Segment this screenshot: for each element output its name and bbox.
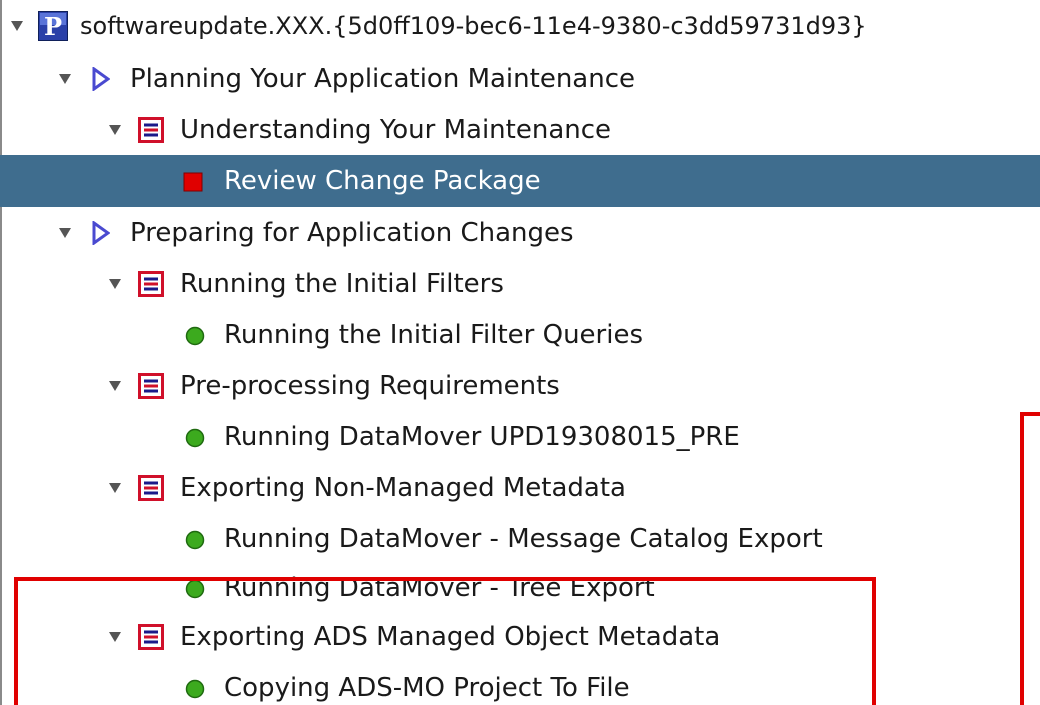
tree-node-row[interactable]: Running DataMover - Message Catalog Expo…	[0, 513, 1040, 565]
tree-root-label[interactable]: softwareupdate.XXX.{5d0ff109-bec6-11e4-9…	[80, 0, 867, 52]
tree-node-label[interactable]: Planning Your Application Maintenance	[130, 53, 635, 105]
expand-toggle-icon[interactable]	[108, 481, 122, 495]
tree-node-row-selected[interactable]: Review Change Package	[0, 155, 1040, 207]
tree-node-row[interactable]: Running the Initial Filters	[0, 258, 1040, 310]
task-list-icon	[138, 373, 164, 399]
tree-node-row[interactable]: Understanding Your Maintenance	[0, 104, 1040, 156]
tree-node-label[interactable]: Running the Initial Filter Queries	[224, 309, 643, 361]
tree-node-label[interactable]: Understanding Your Maintenance	[180, 104, 611, 156]
expand-toggle-icon[interactable]	[58, 226, 72, 240]
green-circle-status-icon	[185, 326, 205, 346]
tree-node-row[interactable]: Pre-processing Requirements	[0, 360, 1040, 412]
svg-text:P: P	[44, 12, 62, 41]
tree-node-label[interactable]: Running the Initial Filters	[180, 258, 504, 310]
tree-node-row[interactable]: Running DataMover UPD19308015_PRE	[0, 411, 1040, 463]
task-list-icon	[138, 475, 164, 501]
tree-node-row[interactable]: Planning Your Application Maintenance	[0, 53, 1040, 105]
tree-node-row[interactable]: Exporting Non-Managed Metadata	[0, 462, 1040, 514]
tree-node-label[interactable]: Pre-processing Requirements	[180, 360, 560, 412]
task-list-icon	[138, 271, 164, 297]
expand-toggle-icon[interactable]	[108, 277, 122, 291]
tree-node-label[interactable]: Exporting Non-Managed Metadata	[180, 462, 626, 514]
tree-node-label[interactable]: Review Change Package	[224, 155, 541, 207]
tree-node-label[interactable]: Running DataMover - Message Catalog Expo…	[224, 513, 823, 565]
green-circle-status-icon	[185, 428, 205, 448]
tree-root-row[interactable]: P softwareupdate.XXX.{5d0ff109-bec6-11e4…	[0, 0, 1040, 52]
tree-node-row[interactable]: Preparing for Application Changes	[0, 207, 1040, 259]
project-icon: P	[38, 11, 68, 41]
red-square-status-icon	[183, 172, 203, 192]
expand-toggle-icon[interactable]	[108, 379, 122, 393]
green-circle-status-icon	[185, 530, 205, 550]
tree-node-row[interactable]: Running the Initial Filter Queries	[0, 309, 1040, 361]
phase-arrow-icon	[92, 67, 110, 91]
task-list-icon	[138, 117, 164, 143]
highlight-box	[1020, 412, 1040, 705]
expand-toggle-icon[interactable]	[58, 72, 72, 86]
expand-toggle-icon[interactable]	[108, 123, 122, 137]
expand-toggle-icon[interactable]	[10, 19, 24, 33]
tree-node-label[interactable]: Preparing for Application Changes	[130, 207, 574, 259]
phase-arrow-icon	[92, 221, 110, 245]
tree-node-label[interactable]: Running DataMover UPD19308015_PRE	[224, 411, 740, 463]
highlight-box	[14, 577, 876, 705]
